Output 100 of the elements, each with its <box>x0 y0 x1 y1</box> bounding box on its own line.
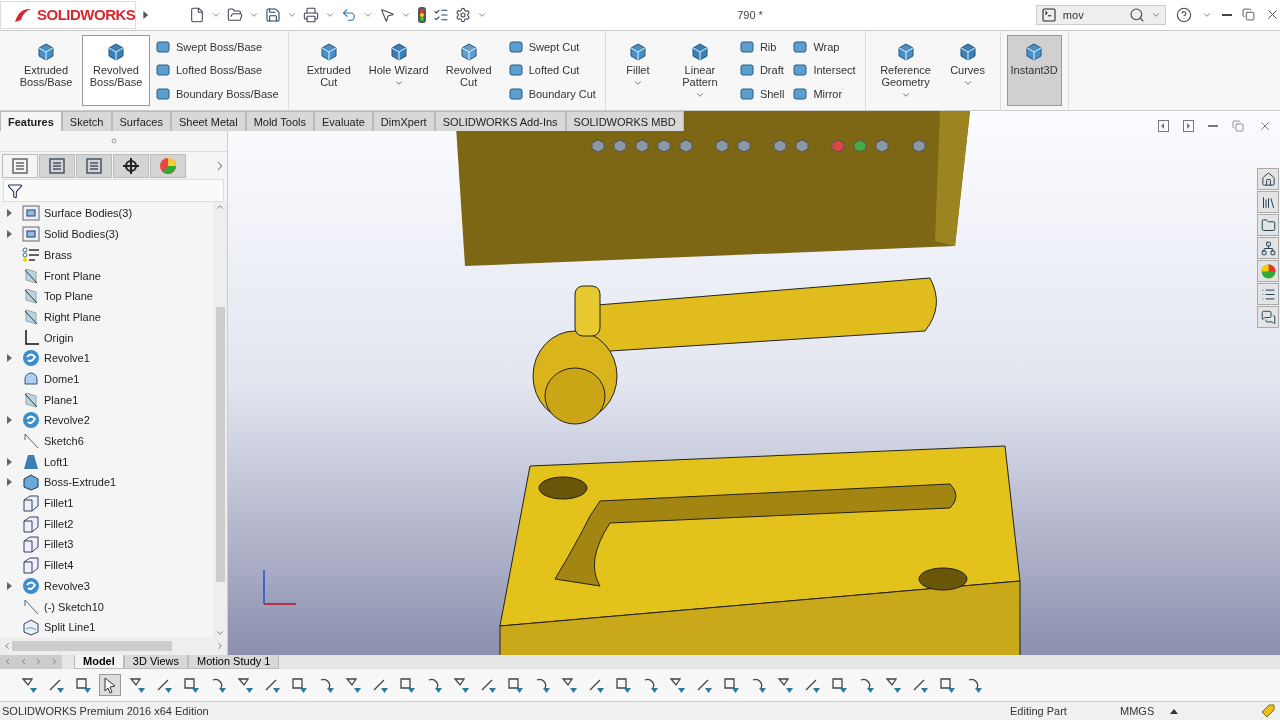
ribbon-button[interactable]: Extruded Boss/Base <box>12 34 80 107</box>
command-tab[interactable]: Mold Tools <box>245 111 314 132</box>
ribbon-button[interactable]: Boundary Boss/Base <box>152 85 282 104</box>
feature-icon <box>738 62 755 79</box>
command-tab[interactable]: SOLIDWORKS MBD <box>565 111 684 132</box>
ribbon-button[interactable]: Draft <box>735 61 788 80</box>
tag-icon[interactable] <box>1260 703 1276 720</box>
command-tab[interactable]: SOLIDWORKS Add-Ins <box>434 111 566 132</box>
new-file-icon <box>189 6 206 23</box>
ribbon-button[interactable]: Curves <box>941 34 994 107</box>
view-tool-icon[interactable] <box>736 138 752 155</box>
ribbon-button[interactable]: Swept Boss/Base <box>152 37 282 56</box>
tree-item[interactable]: Fillet4 <box>44 559 74 572</box>
command-tab[interactable]: Surfaces <box>111 111 171 132</box>
tree-item[interactable]: Origin <box>44 331 74 344</box>
ribbon-button[interactable]: Shell <box>735 85 788 104</box>
ribbon-button[interactable]: Instant3D <box>1006 34 1062 107</box>
tree-item[interactable]: Fillet3 <box>44 538 74 551</box>
ribbon-button[interactable]: Lofted Cut <box>504 61 599 80</box>
command-tab[interactable]: Sheet Metal <box>170 111 246 132</box>
expand-arrow-icon[interactable] <box>6 457 12 466</box>
command-tab[interactable]: Features <box>0 111 62 132</box>
view-tool-icon[interactable] <box>634 138 650 155</box>
tree-item[interactable]: Top Plane <box>44 290 93 303</box>
view-tool-icon[interactable] <box>794 138 810 155</box>
task-pane-tab[interactable] <box>1257 214 1279 237</box>
expand-arrow-icon[interactable] <box>6 478 12 487</box>
tree-item[interactable]: Split Line1 <box>44 621 96 634</box>
tree-item[interactable]: Boss-Extrude1 <box>44 476 117 489</box>
ribbon-button[interactable]: Hole Wizard <box>364 34 433 107</box>
task-pane-tab[interactable] <box>1257 306 1279 329</box>
folder-icon <box>1260 217 1276 233</box>
minimize-icon[interactable] <box>1208 125 1218 128</box>
feature-icon <box>895 41 916 62</box>
view-tool-icon[interactable] <box>590 138 606 155</box>
view-tool-icon[interactable] <box>874 138 890 155</box>
view-tool-icon[interactable] <box>656 138 672 155</box>
ribbon-button[interactable]: Mirror <box>789 85 859 104</box>
expand-arrow-icon[interactable] <box>6 230 12 239</box>
view-tool-icon[interactable] <box>678 138 694 155</box>
tree-item[interactable]: Front Plane <box>44 269 101 282</box>
feature-icon <box>318 41 339 62</box>
view-tool-icon[interactable] <box>612 138 628 155</box>
task-pane-tab[interactable] <box>1257 168 1279 191</box>
view-tool-icon[interactable] <box>714 138 730 155</box>
command-tab[interactable]: Sketch <box>61 111 112 132</box>
command-tab[interactable]: DimXpert <box>372 111 435 132</box>
tree-item[interactable]: Solid Bodies(3) <box>44 228 119 241</box>
view-tool-icon[interactable] <box>910 138 928 155</box>
ribbon-button[interactable]: Linear Pattern <box>665 34 734 107</box>
grip-icon[interactable] <box>110 138 117 145</box>
expand-arrow-icon[interactable] <box>6 416 12 425</box>
command-tab[interactable]: Evaluate <box>314 111 373 132</box>
ribbon-button[interactable]: Revolved Boss/Base <box>82 34 150 107</box>
tree-item[interactable]: Sketch6 <box>44 435 84 447</box>
minimize-icon[interactable] <box>1222 13 1232 16</box>
library-icon <box>1260 194 1276 210</box>
view-tool-icon[interactable] <box>852 138 868 155</box>
ribbon-button[interactable]: Wrap <box>789 37 859 56</box>
search-icon <box>1129 6 1145 23</box>
tree-item[interactable]: Fillet1 <box>44 497 74 510</box>
tree-item[interactable]: Fillet2 <box>44 517 74 530</box>
filter-button[interactable] <box>99 674 121 697</box>
task-pane-tab[interactable] <box>1257 237 1279 260</box>
filter-field[interactable] <box>3 179 224 203</box>
ribbon-button[interactable]: Lofted Boss/Base <box>152 61 282 80</box>
feature-icon <box>155 38 171 55</box>
ribbon-button[interactable]: Revolved Cut <box>434 34 503 107</box>
scrollbar[interactable] <box>213 202 227 638</box>
expand-arrow-icon[interactable] <box>6 209 12 218</box>
expand-arrow-icon[interactable] <box>6 354 12 363</box>
ribbon-button[interactable]: Rib <box>735 37 788 56</box>
ribbon-button[interactable]: Intersect <box>789 61 859 80</box>
search-field[interactable]: mov <box>1035 4 1166 25</box>
feature-icon <box>738 86 755 103</box>
tree-item[interactable]: Revolve1 <box>44 352 90 365</box>
tree-item[interactable]: Surface Bodies(3) <box>44 207 133 220</box>
scrollbar[interactable] <box>0 637 227 655</box>
up-arrow-icon[interactable] <box>1170 708 1178 715</box>
feature-icon <box>507 86 524 103</box>
expand-arrow-icon[interactable] <box>6 581 12 590</box>
tree-item[interactable]: Right Plane <box>44 310 101 323</box>
ribbon-button[interactable]: Fillet <box>611 34 664 107</box>
task-pane-tab[interactable] <box>1257 191 1279 214</box>
next-view-icon[interactable] <box>1183 120 1194 133</box>
view-tool-icon[interactable] <box>772 138 788 155</box>
ribbon-button[interactable]: Swept Cut <box>504 37 599 56</box>
tree-item[interactable]: Dome1 <box>44 372 80 385</box>
tree-item[interactable]: Revolve2 <box>44 414 90 427</box>
tree-item[interactable]: (-) Sketch10 <box>44 600 104 613</box>
traffic-light-icon[interactable] <box>417 5 428 24</box>
ribbon-button[interactable]: Extruded Cut <box>294 34 363 107</box>
previous-view-icon[interactable] <box>1158 120 1169 133</box>
tree-item[interactable]: Brass <box>44 248 73 261</box>
tree-item[interactable]: Plane1 <box>44 393 79 406</box>
tree-item[interactable]: Revolve3 <box>44 579 90 592</box>
panel-tab[interactable] <box>113 153 149 178</box>
ribbon-button[interactable]: Reference Geometry <box>871 34 940 107</box>
ribbon-button[interactable]: Boundary Cut <box>504 85 599 104</box>
tree-item[interactable]: Loft1 <box>44 455 69 468</box>
